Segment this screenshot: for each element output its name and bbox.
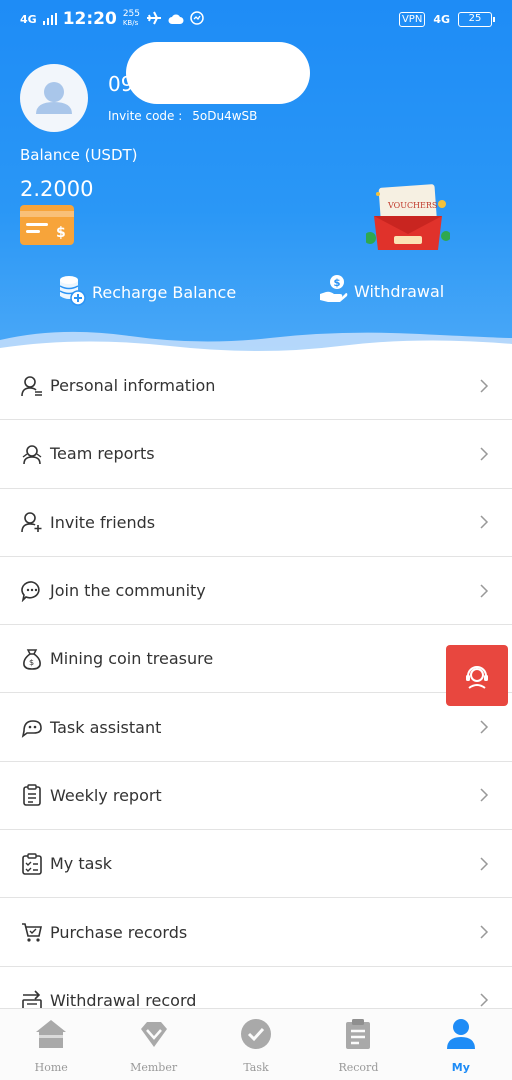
menu-item-purchase-records[interactable]: Purchase records xyxy=(0,898,512,967)
assistant-icon xyxy=(20,715,44,739)
headset-icon xyxy=(466,665,488,689)
svg-text:$: $ xyxy=(56,225,66,241)
withdrawal-label: Withdrawal xyxy=(354,281,445,301)
person-info-icon xyxy=(20,374,44,398)
checklist-icon xyxy=(20,852,44,876)
coins-add-icon xyxy=(58,274,86,310)
bottom-nav: Home Member Task Record My xyxy=(0,1008,512,1080)
task-check-icon xyxy=(239,1017,273,1051)
menu-item-label: Join the community xyxy=(50,581,206,601)
menu-item-label: Invite friends xyxy=(50,512,156,532)
withdrawal-button[interactable]: $ Withdrawal xyxy=(318,274,444,308)
header-wave xyxy=(0,331,512,352)
chat-icon xyxy=(20,579,44,603)
nav-my[interactable]: My xyxy=(410,1009,512,1080)
speed-unit: KB/s xyxy=(122,19,139,27)
chevron-right-icon xyxy=(480,379,489,393)
team-icon xyxy=(20,442,44,466)
wallet-icon: $ xyxy=(20,205,74,245)
menu-item-label: Personal information xyxy=(50,376,216,396)
avatar-person-icon xyxy=(36,82,72,114)
signal-icon xyxy=(42,10,57,29)
nav-member[interactable]: Member xyxy=(102,1009,204,1080)
balance-label: Balance (USDT) xyxy=(20,146,138,164)
menu-item-task-assistant[interactable]: Task assistant xyxy=(0,693,512,762)
nav-label: Home xyxy=(34,1061,68,1074)
redaction-mark xyxy=(126,42,310,104)
home-icon xyxy=(34,1017,68,1051)
svg-text:$: $ xyxy=(334,278,341,289)
menu-item-label: Task assistant xyxy=(50,717,162,737)
battery-icon: 25 xyxy=(458,11,495,27)
avatar[interactable] xyxy=(20,64,88,132)
menu-item-personal-information[interactable]: Personal information xyxy=(0,352,512,421)
menu-item-label: Withdrawal record xyxy=(50,990,197,1010)
invite-code-label: Invite code : xyxy=(108,109,183,123)
profile-header: 4G 12:20 255 KB/s VPN 4G 25 09 Invite co… xyxy=(0,0,512,352)
chevron-right-icon xyxy=(480,925,489,939)
hand-coin-icon: $ xyxy=(318,274,348,308)
chevron-right-icon xyxy=(480,584,489,598)
recharge-balance-label: Recharge Balance xyxy=(92,282,237,302)
money-bag-icon: $ xyxy=(20,647,44,671)
chevron-right-icon xyxy=(480,447,489,461)
menu-item-label: Team reports xyxy=(50,444,155,464)
menu-item-join-the-community[interactable]: Join the community xyxy=(0,556,512,626)
balance-value: 2.2000 xyxy=(20,177,94,201)
menu-item-label: Purchase records xyxy=(50,922,188,942)
chevron-right-icon xyxy=(480,993,489,1007)
menu-item-label: Weekly report xyxy=(50,785,162,805)
speed-value: 255 xyxy=(122,9,140,19)
menu-list: Personal information Team reports Invite… xyxy=(0,352,512,1035)
diamond-icon xyxy=(137,1017,171,1051)
chevron-right-icon xyxy=(480,720,489,734)
invite-code-row: Invite code : 5oDu4wSB xyxy=(108,109,257,123)
clock: 12:20 xyxy=(62,9,117,29)
cloud-icon xyxy=(168,10,184,29)
network-right: 4G xyxy=(433,12,450,26)
recharge-balance-button[interactable]: Recharge Balance xyxy=(58,274,236,310)
nav-task[interactable]: Task xyxy=(205,1009,307,1080)
menu-item-label: Mining coin treasure xyxy=(50,649,214,669)
menu-item-team-reports[interactable]: Team reports xyxy=(0,420,512,489)
cart-icon xyxy=(20,920,44,944)
nav-record[interactable]: Record xyxy=(307,1009,409,1080)
menu-item-weekly-report[interactable]: Weekly report xyxy=(0,761,512,831)
menu-item-label: My task xyxy=(50,854,113,874)
customer-service-button[interactable] xyxy=(446,645,508,706)
svg-text:$: $ xyxy=(29,658,34,667)
vouchers-icon[interactable]: VOUCHERS xyxy=(364,176,451,256)
nav-label: Record xyxy=(338,1061,379,1074)
invite-code-value[interactable]: 5oDu4wSB xyxy=(192,109,257,123)
clipboard-icon xyxy=(341,1017,375,1051)
user-icon xyxy=(444,1017,478,1051)
status-bar: 4G 12:20 255 KB/s VPN 4G 25 xyxy=(0,0,512,38)
nav-label: My xyxy=(451,1061,470,1074)
menu-item-invite-friends[interactable]: Invite friends xyxy=(0,488,512,557)
menu-item-my-task[interactable]: My task xyxy=(0,830,512,899)
messenger-icon xyxy=(190,10,204,29)
chevron-right-icon xyxy=(480,788,489,802)
add-user-icon xyxy=(20,510,44,534)
chevron-right-icon xyxy=(480,515,489,529)
vpn-badge: VPN xyxy=(398,11,426,27)
report-icon xyxy=(20,783,44,807)
network-indicator: 4G xyxy=(20,12,37,26)
airplane-icon xyxy=(146,10,162,29)
nav-label: Task xyxy=(243,1061,269,1074)
nav-home[interactable]: Home xyxy=(0,1009,102,1080)
menu-item-mining-coin-treasure[interactable]: $ Mining coin treasure xyxy=(0,625,512,694)
chevron-right-icon xyxy=(480,857,489,871)
vouchers-text: VOUCHERS xyxy=(387,201,437,210)
nav-label: Member xyxy=(130,1061,178,1074)
